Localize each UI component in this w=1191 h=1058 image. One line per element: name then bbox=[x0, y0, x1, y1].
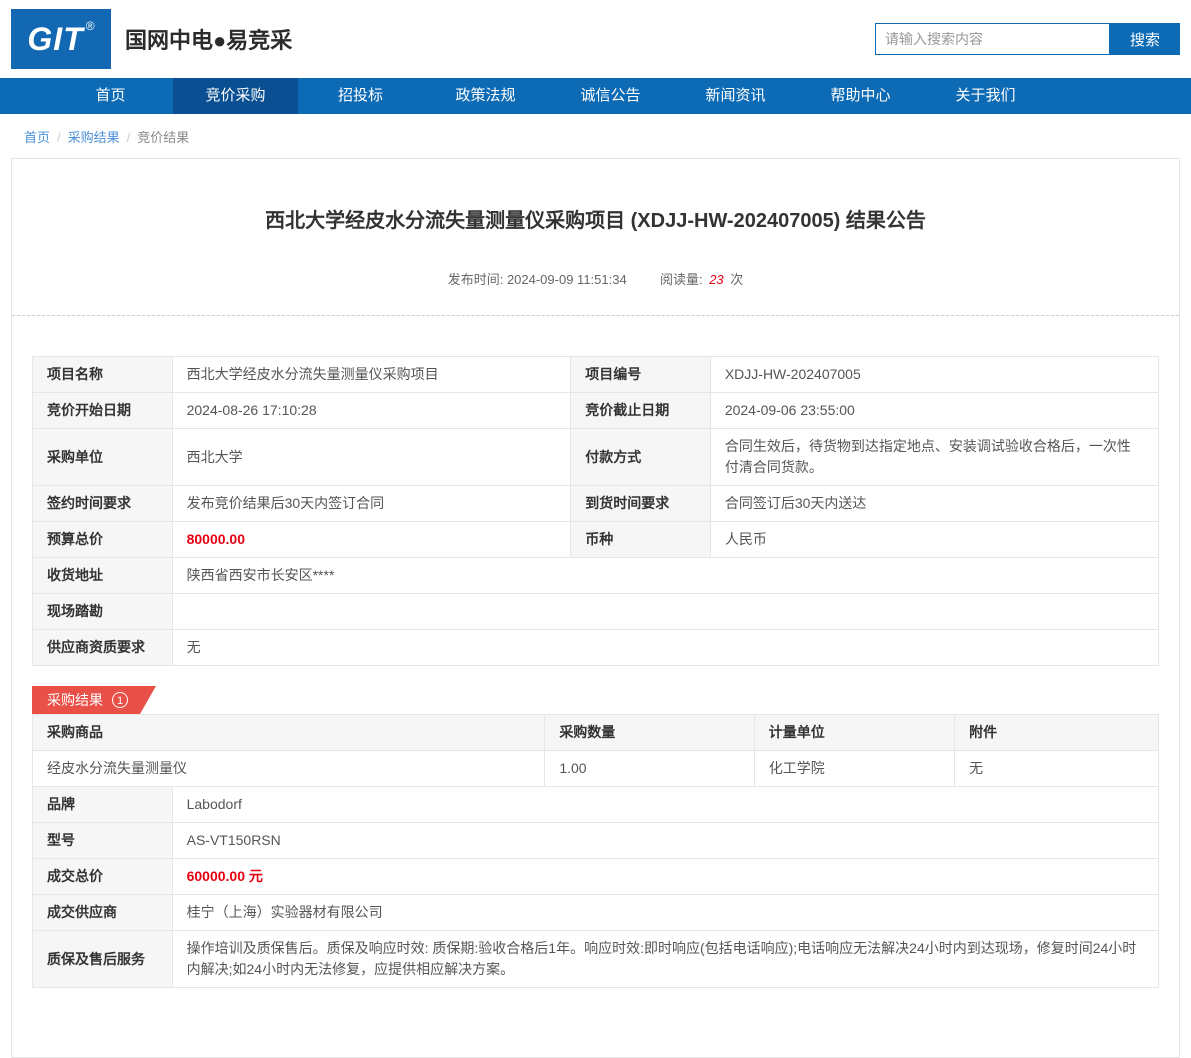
info-row: 签约时间要求 发布竞价结果后30天内签订合同 到货时间要求 合同签订后30天内送达 bbox=[32, 485, 1160, 522]
site-logo[interactable]: GIT ® bbox=[11, 9, 111, 69]
info-row: 收货地址 陕西省西安市长安区**** bbox=[32, 557, 1160, 594]
result-badge: 采购结果 1 bbox=[32, 686, 156, 714]
result-header-row: 采购商品 采购数量 计量单位 附件 bbox=[31, 714, 1159, 751]
field-label: 付款方式 bbox=[570, 428, 711, 486]
field-label: 供应商资质要求 bbox=[32, 629, 173, 666]
nav-item-6[interactable]: 帮助中心 bbox=[798, 78, 923, 114]
field-value bbox=[171, 593, 1160, 630]
detail-row: 品牌 Labodorf bbox=[32, 786, 1160, 823]
field-value: 2024-09-06 23:55:00 bbox=[709, 392, 1160, 429]
field-value: 2024-08-26 17:10:28 bbox=[171, 392, 572, 429]
field-label: 竞价开始日期 bbox=[32, 392, 173, 429]
detail-row: 型号 AS-VT150RSN bbox=[32, 822, 1160, 859]
article-meta: 发布时间: 2024-09-09 11:51:34 阅读量: 23 次 bbox=[32, 269, 1159, 288]
info-row: 竞价开始日期 2024-08-26 17:10:28 竞价截止日期 2024-09-0… bbox=[32, 392, 1160, 429]
dashed-divider bbox=[12, 315, 1179, 316]
result-badge-label: 采购结果 bbox=[47, 692, 103, 708]
field-label: 项目编号 bbox=[570, 356, 711, 393]
detail-label: 型号 bbox=[32, 822, 173, 859]
breadcrumb-separator: / bbox=[57, 130, 61, 145]
field-value: 发布竞价结果后30天内签订合同 bbox=[171, 485, 572, 522]
field-label: 现场踏勘 bbox=[32, 593, 173, 630]
detail-label: 成交总价 bbox=[32, 858, 173, 895]
breadcrumb-item-2: 竞价结果 bbox=[137, 130, 190, 145]
product-cell: 1.00 bbox=[544, 750, 755, 787]
field-value: XDJJ-HW-202407005 bbox=[709, 356, 1160, 393]
nav-item-1[interactable]: 竞价采购 bbox=[173, 78, 298, 114]
nav-item-3[interactable]: 政策法规 bbox=[423, 78, 548, 114]
nav-item-7[interactable]: 关于我们 bbox=[923, 78, 1048, 114]
content-panel: 西北大学经皮水分流失量测量仪采购项目 (XDJJ-HW-202407005) 结… bbox=[11, 158, 1180, 1058]
breadcrumb: 首页 / 采购结果 / 竞价结果 bbox=[0, 114, 1191, 158]
nav-item-2[interactable]: 招投标 bbox=[298, 78, 423, 114]
registered-mark-icon: ® bbox=[85, 19, 95, 33]
detail-label: 品牌 bbox=[32, 786, 173, 823]
views-label: 阅读量: bbox=[659, 272, 703, 287]
detail-row: 成交总价 60000.00 元 bbox=[32, 858, 1160, 895]
field-label: 收货地址 bbox=[32, 557, 173, 594]
site-name: 国网中电●易竞采 bbox=[125, 28, 293, 53]
info-row: 采购单位 西北大学 付款方式 合同生效后，待货物到达指定地点、安装调试验收合格后，一次… bbox=[32, 428, 1160, 486]
field-value: 合同生效后，待货物到达指定地点、安装调试验收合格后，一次性付清合同货款。 bbox=[709, 428, 1160, 486]
field-label: 预算总价 bbox=[32, 521, 173, 558]
field-value: 人民币 bbox=[709, 521, 1160, 558]
detail-value: Labodorf bbox=[171, 786, 1160, 823]
field-value: 无 bbox=[171, 629, 1160, 666]
result-count-badge: 1 bbox=[112, 692, 128, 708]
detail-row: 质保及售后服务 操作培训及质保售后。质保及响应时效: 质保期:验收合格后1年。响应… bbox=[32, 930, 1160, 988]
info-row: 项目名称 西北大学经皮水分流失量测量仪采购项目 项目编号 XDJJ-HW-202407… bbox=[32, 356, 1160, 393]
publish-time-label: 发布时间: bbox=[447, 272, 504, 287]
result-header-cell: 附件 bbox=[954, 714, 1159, 751]
field-value: 西北大学经皮水分流失量测量仪采购项目 bbox=[171, 356, 572, 393]
detail-label: 成交供应商 bbox=[32, 894, 173, 931]
field-value: 陕西省西安市长安区**** bbox=[171, 557, 1160, 594]
info-row: 供应商资质要求无 bbox=[32, 629, 1160, 666]
product-cell: 无 bbox=[954, 750, 1159, 787]
product-row: 经皮水分流失量测量仪 1.00 化工学院无 bbox=[31, 750, 1159, 787]
search-bar: 搜索 bbox=[875, 23, 1180, 55]
field-label: 竞价截止日期 bbox=[570, 392, 711, 429]
breadcrumb-item-1[interactable]: 采购结果 bbox=[68, 130, 120, 145]
detail-row: 成交供应商 桂宁（上海）实验器材有限公司 bbox=[32, 894, 1160, 931]
views-count: 23 bbox=[709, 272, 724, 287]
field-label: 到货时间要求 bbox=[570, 485, 711, 522]
result-header-cell: 计量单位 bbox=[753, 714, 956, 751]
result-header-cell: 采购商品 bbox=[31, 714, 546, 751]
publish-time-value: 2024-09-09 11:51:34 bbox=[506, 272, 627, 287]
field-value: 西北大学 bbox=[171, 428, 572, 486]
main-nav: 首页 竞价采购 招投标 政策法规 诚信公告 新闻资讯 帮助中心 关于我们 bbox=[0, 78, 1191, 114]
site-header: GIT ® 国网中电●易竞采 搜索 bbox=[0, 0, 1191, 78]
detail-value: 桂宁（上海）实验器材有限公司 bbox=[171, 894, 1160, 931]
purchase-result-table: 采购商品 采购数量 计量单位 附件 经皮水分流失量测量仪 1.00 化工学院无品牌 Labod… bbox=[31, 714, 1160, 988]
field-value: 合同签订后30天内送达 bbox=[709, 485, 1160, 522]
field-label: 采购单位 bbox=[32, 428, 173, 486]
breadcrumb-item-0[interactable]: 首页 bbox=[24, 130, 50, 145]
search-input[interactable] bbox=[875, 23, 1110, 55]
page-title: 西北大学经皮水分流失量测量仪采购项目 (XDJJ-HW-202407005) 结… bbox=[265, 210, 926, 232]
search-button[interactable]: 搜索 bbox=[1110, 23, 1180, 55]
breadcrumb-separator: / bbox=[126, 130, 131, 145]
info-row: 预算总价 80000.00 币种 人民币 bbox=[32, 521, 1160, 558]
field-label: 项目名称 bbox=[32, 356, 173, 393]
detail-value: AS-VT150RSN bbox=[171, 822, 1160, 859]
result-header-cell: 采购数量 bbox=[544, 714, 755, 751]
logo-text: GIT bbox=[27, 21, 84, 57]
detail-label: 质保及售后服务 bbox=[32, 930, 173, 988]
field-label: 签约时间要求 bbox=[32, 485, 173, 522]
detail-value: 60000.00 元 bbox=[171, 858, 1160, 895]
project-info-table: 项目名称 西北大学经皮水分流失量测量仪采购项目 项目编号 XDJJ-HW-202407… bbox=[32, 356, 1160, 666]
info-row: 现场踏勘 bbox=[32, 593, 1160, 630]
product-cell: 经皮水分流失量测量仪 bbox=[31, 750, 546, 787]
detail-value: 操作培训及质保售后。质保及响应时效: 质保期:验收合格后1年。响应时效:即时响应… bbox=[171, 930, 1160, 988]
field-value: 80000.00 bbox=[171, 521, 572, 558]
nav-item-0[interactable]: 首页 bbox=[48, 78, 173, 114]
field-label: 币种 bbox=[570, 521, 711, 558]
product-cell: 化工学院 bbox=[753, 750, 956, 787]
views-unit: 次 bbox=[730, 272, 744, 287]
nav-item-4[interactable]: 诚信公告 bbox=[548, 78, 673, 114]
nav-item-5[interactable]: 新闻资讯 bbox=[673, 78, 798, 114]
